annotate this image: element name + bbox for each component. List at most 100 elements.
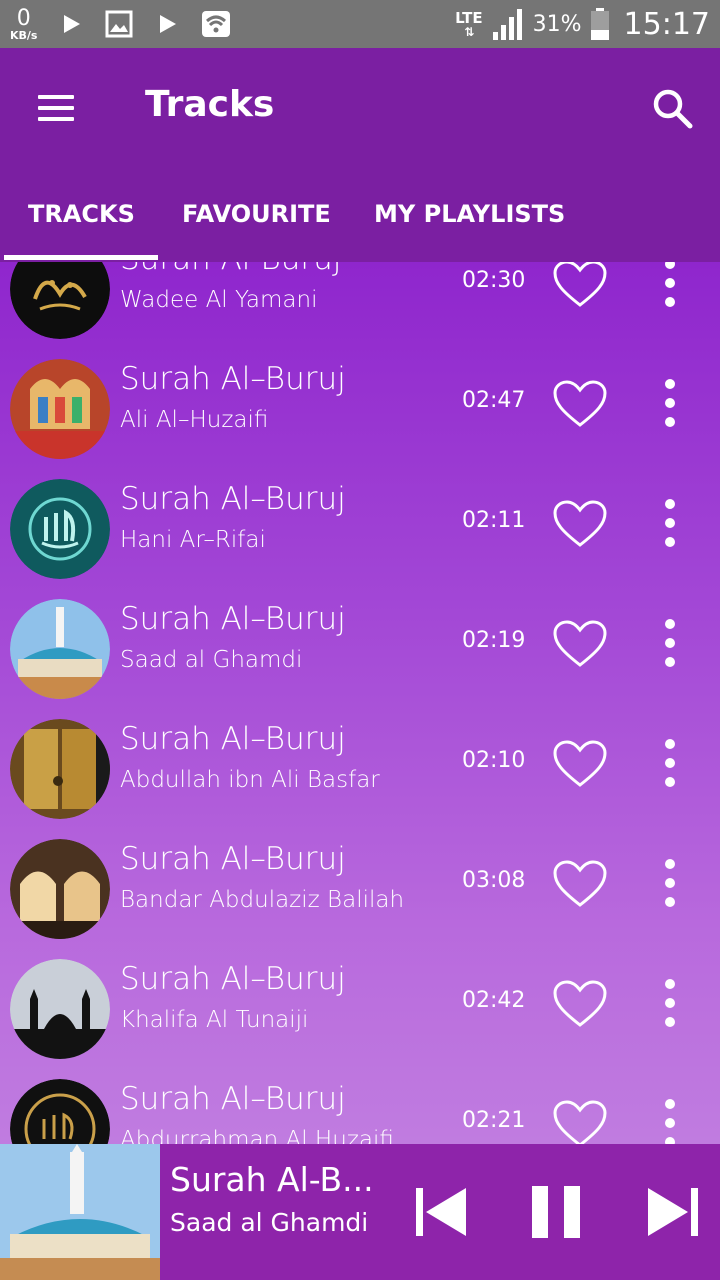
heart-icon[interactable] — [552, 1099, 608, 1144]
track-thumbnail — [10, 479, 110, 579]
battery-icon — [590, 8, 609, 40]
track-row[interactable]: Surah Al-Buruj Wadee Al Yamani 02:30 — [0, 262, 720, 349]
more-options-icon[interactable] — [656, 375, 684, 431]
now-playing-artist: Saad al Ghamdi — [170, 1208, 369, 1237]
track-artist: Saad al Ghamdi — [120, 647, 303, 673]
app-bar: Tracks TRACKS FAVOURITE MY PLAYLISTS — [0, 48, 720, 262]
tab-tracks[interactable]: TRACKS — [0, 188, 158, 262]
tab-my-playlists[interactable]: MY PLAYLISTS — [350, 188, 565, 262]
track-thumbnail — [10, 839, 110, 939]
menu-line — [38, 106, 74, 110]
track-thumbnail — [10, 359, 110, 459]
more-dot — [665, 619, 675, 630]
track-title: Surah Al–Buruj — [120, 721, 346, 757]
more-dot — [665, 1136, 675, 1144]
track-duration: 02:21 — [462, 1108, 526, 1133]
track-thumbnail — [10, 262, 110, 339]
track-artist: Abdullah ibn Ali Basfar — [120, 767, 380, 793]
more-dot — [665, 896, 675, 907]
heart-icon[interactable] — [552, 379, 608, 429]
now-playing-title: Surah Al-B... — [170, 1160, 374, 1199]
track-list[interactable]: Surah Al-Buruj Wadee Al Yamani 02:30 Sur… — [0, 262, 720, 1144]
now-playing-thumbnail — [0, 1144, 160, 1280]
track-title: Surah Al–Buruj — [120, 1081, 346, 1117]
track-artist: Khalifa Al Tunaiji — [120, 1007, 309, 1033]
track-thumbnail — [10, 1079, 110, 1144]
more-options-icon[interactable] — [656, 495, 684, 551]
more-options-icon[interactable] — [656, 855, 684, 911]
track-thumbnail — [10, 959, 110, 1059]
more-dot — [665, 757, 675, 768]
track-thumbnail — [10, 599, 110, 699]
pause-icon[interactable] — [530, 1184, 582, 1240]
menu-line — [38, 117, 74, 121]
track-row[interactable]: Surah Al–Buruj Abdurrahman Al Huzaifi 02… — [0, 1069, 720, 1144]
track-row[interactable]: Surah Al–Buruj Abdullah ibn Ali Basfar 0… — [0, 709, 720, 829]
more-dot — [665, 379, 675, 390]
heart-icon[interactable] — [552, 262, 608, 309]
more-options-icon[interactable] — [656, 615, 684, 671]
net-speed: 0 KB/s — [10, 5, 38, 42]
page-title: Tracks — [145, 84, 275, 125]
track-artist: Wadee Al Yamani — [120, 287, 318, 313]
skip-next-icon[interactable] — [646, 1184, 700, 1240]
track-title: Surah Al–Buruj — [120, 481, 346, 517]
track-duration: 02:19 — [462, 628, 526, 653]
wifi-icon — [202, 11, 231, 37]
more-options-icon[interactable] — [656, 1095, 684, 1144]
more-dot — [665, 397, 675, 408]
more-dot — [665, 739, 675, 750]
track-duration: 02:42 — [462, 988, 526, 1013]
heart-icon[interactable] — [552, 499, 608, 549]
menu-line — [38, 95, 74, 99]
track-title: Surah Al–Buruj — [120, 601, 346, 637]
play-icon — [160, 15, 177, 33]
track-duration: 02:47 — [462, 388, 526, 413]
net-speed-value: 0 — [16, 5, 31, 31]
hamburger-menu-icon[interactable] — [28, 86, 84, 130]
more-dot — [665, 637, 675, 648]
play-icon — [64, 15, 81, 33]
track-title: Surah Al-Buruj — [120, 262, 341, 277]
more-dot — [665, 296, 675, 307]
more-dot — [665, 416, 675, 427]
more-dot — [665, 877, 675, 888]
track-artist: Abdurrahman Al Huzaifi — [120, 1127, 394, 1144]
track-artist: Hani Ar–Rifai — [120, 527, 266, 553]
image-icon — [105, 10, 133, 38]
track-row[interactable]: Surah Al–Buruj Khalifa Al Tunaiji 02:42 — [0, 949, 720, 1069]
search-icon[interactable] — [648, 84, 698, 134]
more-options-icon[interactable] — [656, 735, 684, 791]
heart-icon[interactable] — [552, 859, 608, 909]
track-duration: 02:10 — [462, 748, 526, 773]
heart-icon[interactable] — [552, 739, 608, 789]
track-row[interactable]: Surah Al–Buruj Bandar Abdulaziz Balilah … — [0, 829, 720, 949]
track-thumbnail — [10, 719, 110, 819]
track-row[interactable]: Surah Al–Buruj Hani Ar–Rifai 02:11 — [0, 469, 720, 589]
track-artist: Ali Al–Huzaifi — [120, 407, 269, 433]
heart-icon[interactable] — [552, 979, 608, 1029]
track-row[interactable]: Surah Al–Buruj Saad al Ghamdi 02:19 — [0, 589, 720, 709]
network-type: LTE ⇅ — [455, 8, 483, 39]
status-right: LTE ⇅ 31% 15:17 — [455, 7, 710, 42]
battery-percent: 31% — [532, 11, 582, 37]
network-label: LTE — [455, 8, 483, 27]
net-speed-unit: KB/s — [10, 28, 38, 42]
more-options-icon[interactable] — [656, 975, 684, 1031]
tab-favourite[interactable]: FAVOURITE — [158, 188, 350, 262]
now-playing-bar[interactable]: Surah Al-B... Saad al Ghamdi — [0, 1144, 720, 1280]
heart-icon[interactable] — [552, 619, 608, 669]
more-options-icon[interactable] — [656, 262, 684, 311]
skip-previous-icon[interactable] — [414, 1184, 468, 1240]
track-title: Surah Al–Buruj — [120, 361, 346, 397]
more-dot — [665, 997, 675, 1008]
track-row[interactable]: Surah Al–Buruj Ali Al–Huzaifi 02:47 — [0, 349, 720, 469]
more-dot — [665, 262, 675, 270]
more-dot — [665, 656, 675, 667]
more-dot — [665, 979, 675, 990]
clock: 15:17 — [623, 6, 710, 42]
more-dot — [665, 776, 675, 787]
data-arrows-icon: ⇅ — [464, 24, 474, 39]
more-dot — [665, 536, 675, 547]
more-dot — [665, 517, 675, 528]
